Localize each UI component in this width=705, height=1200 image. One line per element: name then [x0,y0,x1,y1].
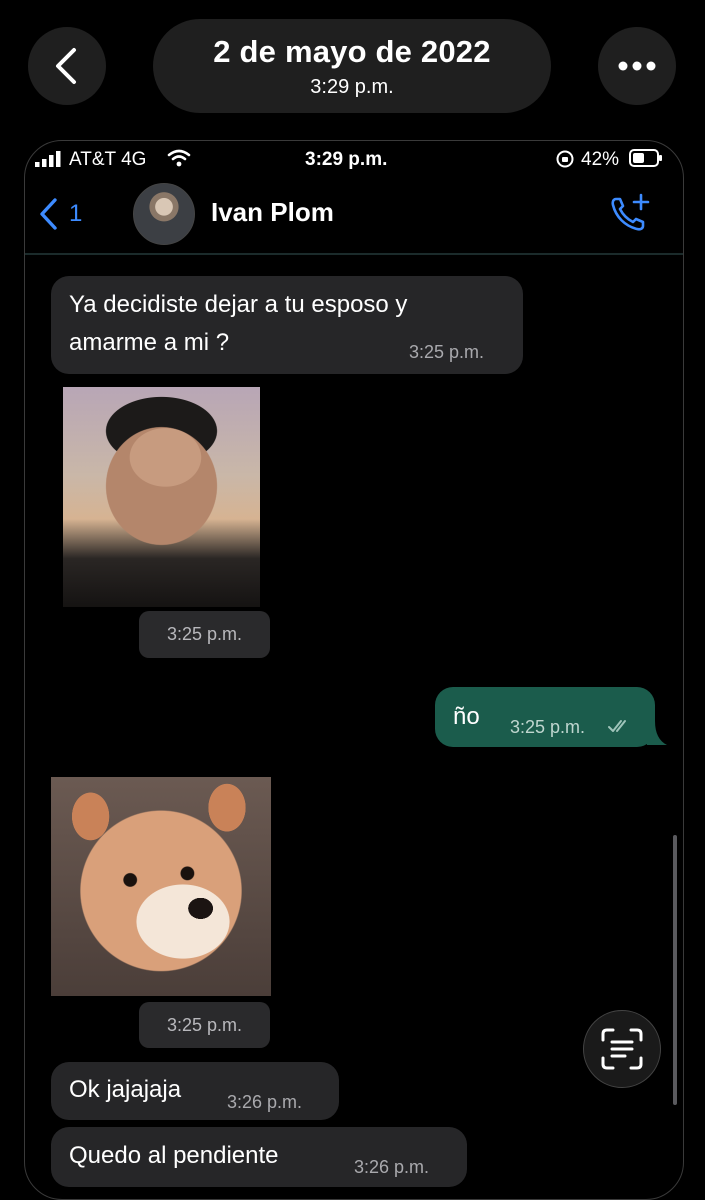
message-text: amarme a mi ? [69,329,230,356]
message-time: 3:26 p.m. [354,1157,430,1177]
viewer-more-button[interactable] [598,27,676,105]
unread-count: 1 [69,200,83,227]
viewer-time: 3:29 p.m. [310,75,394,98]
image-message-dog-photo[interactable] [51,777,271,996]
battery-percent: 42% [581,149,620,170]
text-scan-button[interactable] [583,1010,661,1088]
carrier-label: AT&T 4G [69,149,147,170]
message-bubble-incoming[interactable]: Quedo al pendiente 3:26 p.m. [51,1127,467,1187]
add-call-icon [611,193,650,231]
read-check-icon [608,720,626,732]
image-message-man-photo[interactable] [63,387,260,607]
battery-icon [629,149,663,172]
scrollbar[interactable] [673,835,677,1105]
date-pill: 2 de mayo de 2022 3:29 p.m. [153,19,551,113]
back-chevron-icon [56,48,76,84]
image-time-chip: 3:25 p.m. [139,1002,270,1048]
wifi-icon [167,149,191,172]
header-divider [25,253,683,255]
back-arrow-icon [40,198,57,230]
message-bubble-incoming[interactable]: Ya decidiste dejar a tu esposo y amarme … [51,276,523,374]
viewer-date: 2 de mayo de 2022 [213,33,491,69]
contact-name[interactable]: Ivan Plom [211,197,334,228]
bubble-tail [647,721,667,745]
avatar[interactable] [133,183,195,245]
chat-back-button[interactable]: 1 [37,197,82,231]
message-bubble-outgoing[interactable]: ño 3:25 p.m. [435,687,655,747]
message-text: Quedo al pendiente [69,1142,279,1169]
message-text: Ok jajajaja [69,1076,182,1103]
text-scan-icon [601,1028,643,1070]
message-text: ño [453,703,480,730]
message-time: 3:25 p.m. [510,717,586,737]
more-dots-icon [618,61,656,71]
message-time: 3:25 p.m. [409,342,485,362]
viewer-back-button[interactable] [28,27,106,105]
message-text: Ya decidiste dejar a tu esposo y [69,291,408,318]
message-bubble-incoming[interactable]: Ok jajajaja 3:26 p.m. [51,1062,339,1120]
signal-icon [35,151,63,172]
status-time: 3:29 p.m. [305,149,388,170]
add-call-button[interactable] [607,191,651,240]
message-time: 3:26 p.m. [227,1092,303,1112]
rotation-lock-icon [555,149,575,174]
image-time-chip: 3:25 p.m. [139,611,270,658]
